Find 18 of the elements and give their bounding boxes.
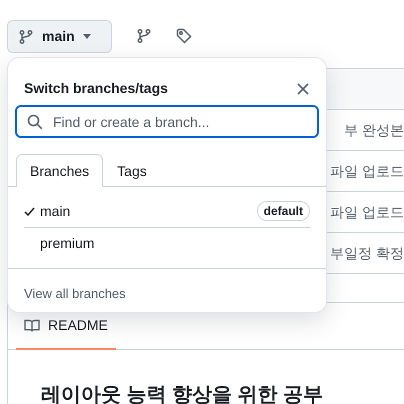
popover-title: Switch branches/tags: [24, 79, 168, 98]
readme-heading: 레이아웃 능력 향상을 위한 공부: [40, 383, 324, 404]
default-label: default: [256, 201, 310, 221]
commit-message[interactable]: 파일 업로드: [330, 160, 404, 182]
branch-tab[interactable]: Tags: [103, 154, 161, 187]
branch-tab[interactable]: Branches: [16, 154, 104, 187]
branch-item[interactable]: premium: [40, 233, 94, 254]
search-field[interactable]: Find or create a branch...: [15, 105, 319, 138]
caret-icon: [82, 34, 91, 39]
commit-message[interactable]: 파일 업로드: [330, 202, 404, 222]
book-icon: [24, 318, 40, 334]
branch-button[interactable]: main: [7, 20, 112, 53]
branch-item[interactable]: main: [40, 200, 70, 222]
commit-message[interactable]: 부일정 확정: [330, 242, 404, 264]
commit-message[interactable]: 부 완성본: [344, 120, 404, 140]
search-icon: [27, 114, 43, 130]
view-all-branches-link[interactable]: View all branches: [24, 286, 126, 301]
branch-icon: [18, 28, 34, 44]
